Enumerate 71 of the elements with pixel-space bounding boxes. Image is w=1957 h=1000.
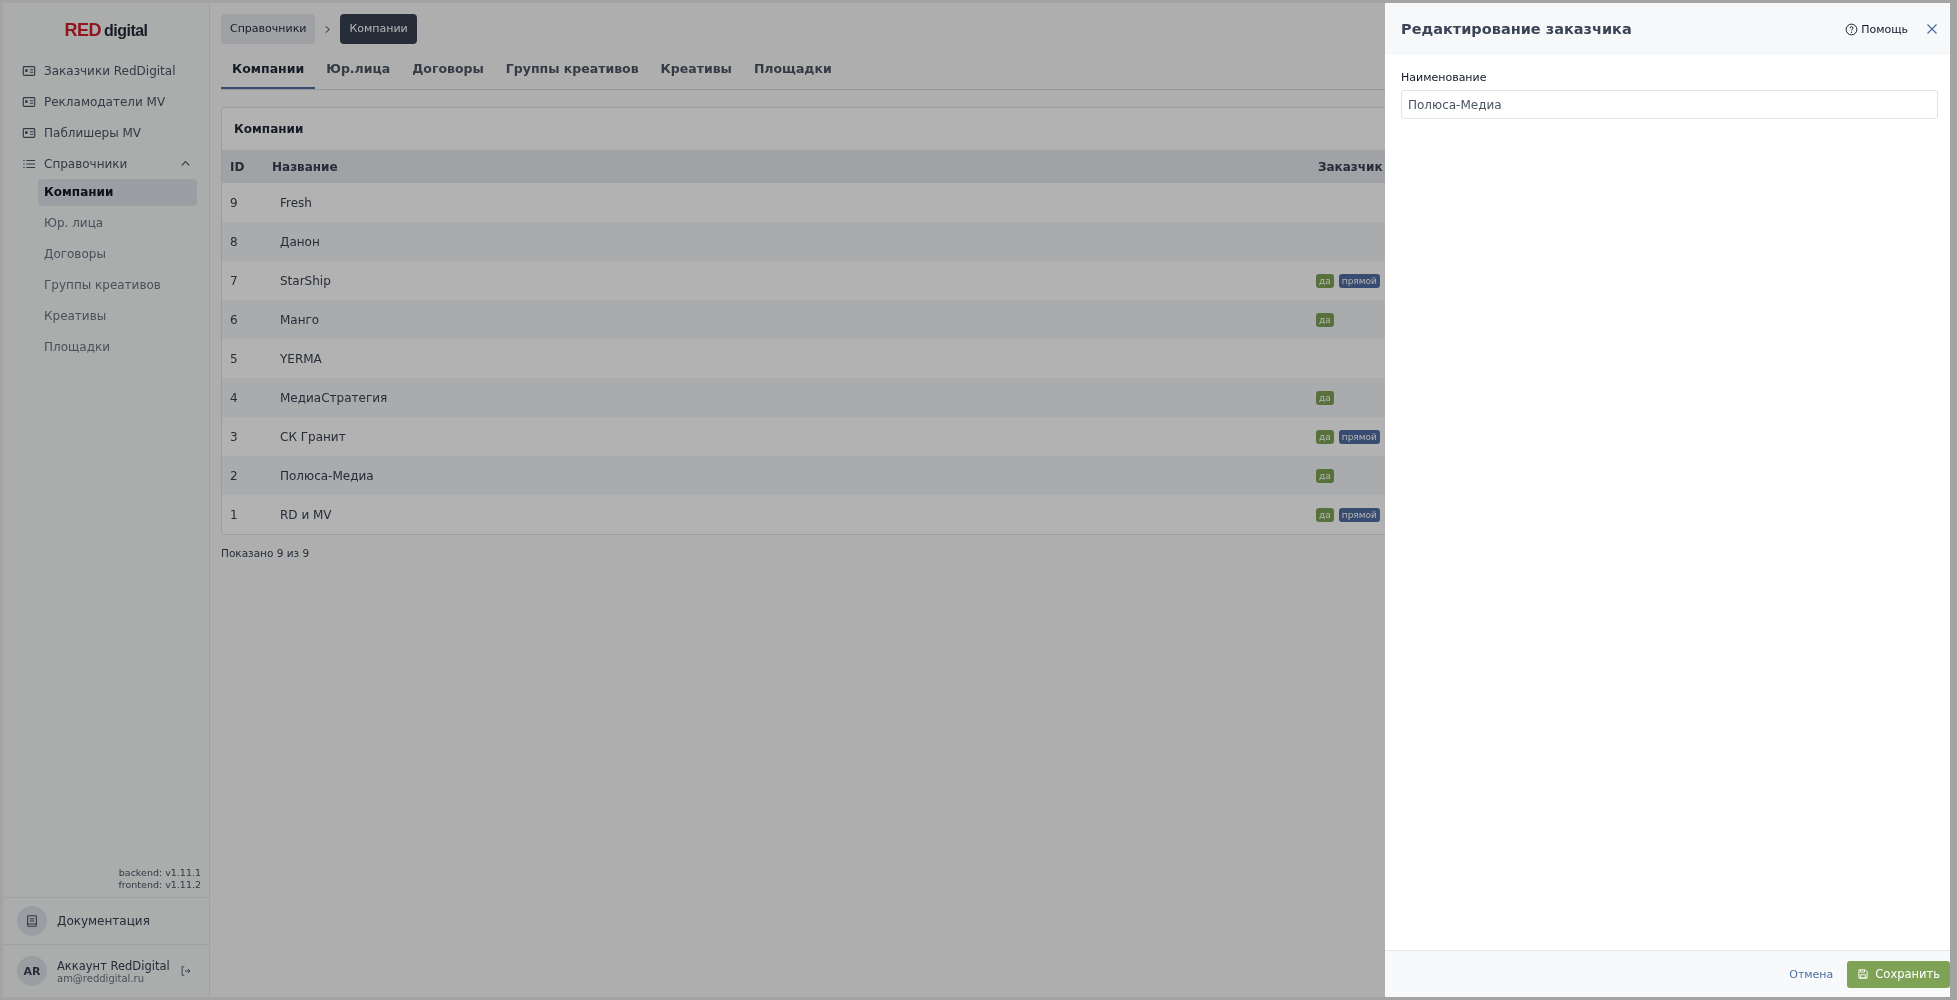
tag: да	[1316, 507, 1334, 522]
account-name: Аккаунт RedDigital	[57, 958, 170, 973]
id-card-icon	[22, 63, 36, 78]
name-field[interactable]: Полюса-Медиа	[1401, 90, 1938, 119]
table-cell-text: СК Гранит	[279, 429, 347, 444]
version-text: frontend: v1.11.2	[117, 879, 201, 891]
id-card-icon	[22, 125, 36, 140]
table-cell-text: Манго	[279, 312, 321, 327]
table-cell-text: RD и MV	[279, 507, 333, 522]
sidebar-subitem[interactable]: Юр. лица	[38, 210, 197, 237]
sidebar-subitem[interactable]: Площадки	[38, 334, 197, 361]
table-cell-text: Данон	[279, 234, 321, 249]
account-email: am@reddigital.ru	[57, 972, 144, 984]
table-cell-text: МедиаСтратегия	[279, 390, 389, 405]
version-text: backend: v1.11.1	[117, 867, 201, 879]
table-cell-text: Fresh	[279, 195, 313, 210]
table-cell-text: YERMA	[279, 351, 323, 366]
sidebar-item[interactable]: Справочники	[3, 148, 209, 179]
logout-icon[interactable]	[179, 964, 191, 978]
table-cell-text: 3	[229, 429, 239, 444]
help-icon	[1845, 22, 1859, 36]
close-icon[interactable]	[1926, 23, 1938, 35]
tag: прямой	[1338, 507, 1380, 522]
tag: да	[1316, 273, 1334, 288]
tab[interactable]: Группы креативов	[494, 54, 650, 89]
column-header: Название	[272, 159, 339, 174]
sidebar-subitem[interactable]: Группы креативов	[38, 272, 197, 299]
avatar: AR	[17, 956, 47, 986]
tab[interactable]: Договоры	[401, 54, 495, 89]
table-title: Компании	[233, 121, 305, 138]
table-cell-text: 5	[229, 351, 239, 366]
column-header: Заказчик	[1317, 159, 1384, 174]
table-cell-text: StarShip	[279, 273, 332, 288]
tab[interactable]: Компании	[221, 54, 316, 89]
field-label: Наименование	[1401, 71, 1488, 84]
tag: да	[1316, 312, 1334, 327]
table-cell-text: 6	[229, 312, 239, 327]
sidebar-item[interactable]: Рекламодатели MV	[3, 86, 209, 117]
logo: RED digital	[63, 19, 149, 42]
tab[interactable]: Площадки	[742, 54, 843, 89]
sidebar-item[interactable]: Заказчики RedDigital	[3, 55, 209, 86]
tag: прямой	[1338, 273, 1380, 288]
tag: прямой	[1338, 429, 1380, 444]
sidebar-subitem[interactable]: Креативы	[38, 303, 197, 330]
book-icon	[25, 914, 39, 928]
table-cell-text: 8	[229, 234, 239, 249]
id-card-icon	[22, 94, 36, 109]
table-cell-text: 4	[229, 390, 239, 405]
column-header: ID	[229, 159, 246, 174]
sidebar-subitem[interactable]: Договоры	[38, 241, 197, 268]
table-cell-text: Полюса-Медиа	[279, 468, 375, 483]
tag: да	[1316, 429, 1334, 444]
documentation-link[interactable]: Документация	[57, 914, 150, 928]
table-cell-text: 7	[229, 273, 239, 288]
tag: да	[1316, 390, 1334, 405]
tab[interactable]: Юр.лица	[315, 54, 402, 89]
row-count-text: Показано 9 из 9	[221, 547, 311, 559]
sidebar-item[interactable]: Паблишеры MV	[3, 117, 209, 148]
sidebar-subitem[interactable]: Компании	[38, 179, 197, 206]
table-cell-text: 9	[229, 195, 239, 210]
table-cell-text: 2	[229, 468, 239, 483]
drawer-title: Редактирование заказчика	[1401, 21, 1633, 37]
save-icon	[1857, 968, 1870, 980]
tab[interactable]: Креативы	[649, 54, 743, 89]
help-link[interactable]: Помощь	[1845, 22, 1908, 36]
table-cell-text: 1	[229, 507, 239, 522]
breadcrumb[interactable]: Справочники	[221, 14, 316, 44]
chevron-right-icon	[323, 24, 333, 34]
tag: да	[1316, 468, 1334, 483]
breadcrumb[interactable]: Компании	[340, 14, 417, 44]
cancel-button[interactable]: Отмена	[1789, 967, 1834, 981]
